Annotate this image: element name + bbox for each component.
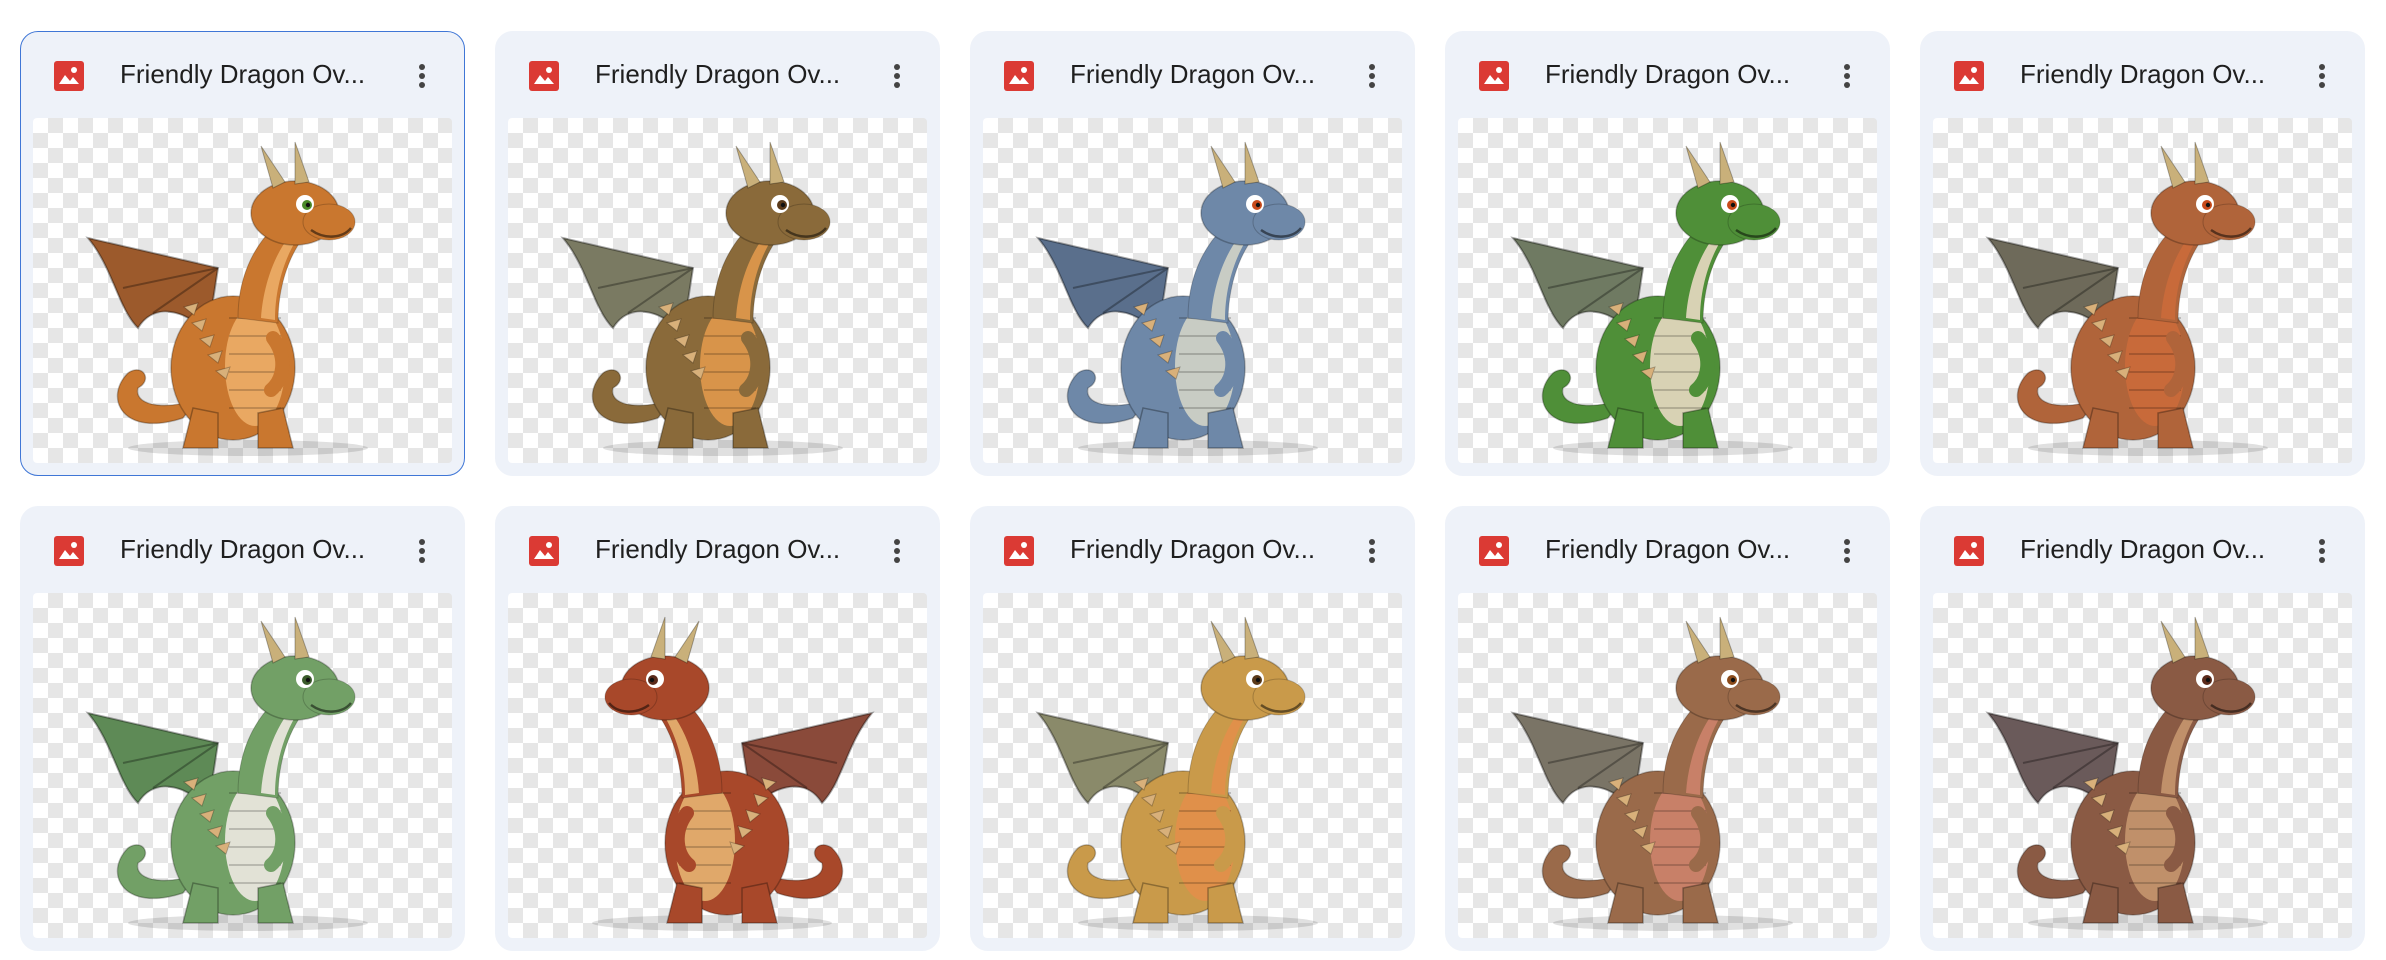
file-card-header: Friendly Dragon Ov... — [1446, 507, 1889, 593]
more-options-button[interactable] — [1825, 529, 1869, 573]
more-vert-icon — [419, 539, 425, 563]
more-vert-icon — [894, 539, 900, 563]
file-thumbnail[interactable] — [33, 118, 452, 463]
file-thumbnail[interactable] — [508, 118, 927, 463]
dragon-illustration — [85, 616, 368, 931]
dragon-illustration — [1985, 141, 2268, 456]
dragon-illustration — [1035, 616, 1318, 931]
file-card[interactable]: Friendly Dragon Ov... — [970, 31, 1415, 476]
dragon-illustration — [592, 616, 875, 931]
more-options-button[interactable] — [2300, 529, 2344, 573]
file-thumbnail[interactable] — [1933, 593, 2352, 938]
file-card-header: Friendly Dragon Ov... — [1921, 32, 2364, 118]
more-options-button[interactable] — [875, 529, 919, 573]
file-title: Friendly Dragon Ov... — [120, 59, 366, 89]
file-card-header: Friendly Dragon Ov... — [1921, 507, 2364, 593]
file-card[interactable]: Friendly Dragon Ov... — [1920, 31, 2365, 476]
file-card[interactable]: Friendly Dragon Ov... — [495, 506, 940, 951]
image-file-icon — [1004, 536, 1034, 566]
file-title: Friendly Dragon Ov... — [2020, 534, 2266, 564]
more-vert-icon — [2319, 64, 2325, 88]
dragon-illustration — [85, 141, 368, 456]
image-file-icon — [1479, 536, 1509, 566]
more-options-button[interactable] — [1350, 529, 1394, 573]
image-file-icon — [1954, 61, 1984, 91]
file-thumbnail[interactable] — [508, 593, 927, 938]
image-file-icon — [54, 61, 84, 91]
file-card[interactable]: Friendly Dragon Ov... — [1920, 506, 2365, 951]
file-card-header: Friendly Dragon Ov... — [971, 32, 1414, 118]
file-title: Friendly Dragon Ov... — [2020, 59, 2266, 89]
more-options-button[interactable] — [1350, 54, 1394, 98]
file-title: Friendly Dragon Ov... — [595, 59, 841, 89]
dragon-illustration — [1985, 616, 2268, 931]
file-card[interactable]: Friendly Dragon Ov... — [970, 506, 1415, 951]
file-card[interactable]: Friendly Dragon Ov... — [20, 31, 465, 476]
file-title: Friendly Dragon Ov... — [1070, 59, 1316, 89]
file-title: Friendly Dragon Ov... — [595, 534, 841, 564]
dragon-illustration — [1510, 141, 1793, 456]
file-title: Friendly Dragon Ov... — [120, 534, 366, 564]
file-card[interactable]: Friendly Dragon Ov... — [20, 506, 465, 951]
more-vert-icon — [1844, 64, 1850, 88]
file-thumbnail[interactable] — [983, 593, 1402, 938]
more-vert-icon — [2319, 539, 2325, 563]
file-thumbnail[interactable] — [1458, 593, 1877, 938]
file-card[interactable]: Friendly Dragon Ov... — [1445, 31, 1890, 476]
file-card-header: Friendly Dragon Ov... — [496, 32, 939, 118]
file-card-header: Friendly Dragon Ov... — [21, 507, 464, 593]
file-thumbnail[interactable] — [33, 593, 452, 938]
file-card-header: Friendly Dragon Ov... — [1446, 32, 1889, 118]
image-file-icon — [54, 536, 84, 566]
file-thumbnail[interactable] — [983, 118, 1402, 463]
image-file-icon — [1004, 61, 1034, 91]
more-options-button[interactable] — [400, 529, 444, 573]
image-file-icon — [529, 61, 559, 91]
more-vert-icon — [1844, 539, 1850, 563]
image-file-icon — [1479, 61, 1509, 91]
file-card[interactable]: Friendly Dragon Ov... — [495, 31, 940, 476]
file-grid: Friendly Dragon Ov... Friendly Dragon Ov.… — [20, 31, 2365, 951]
image-file-icon — [1954, 536, 1984, 566]
file-title: Friendly Dragon Ov... — [1070, 534, 1316, 564]
image-file-icon — [529, 536, 559, 566]
more-vert-icon — [1369, 539, 1375, 563]
file-title: Friendly Dragon Ov... — [1545, 534, 1791, 564]
more-vert-icon — [894, 64, 900, 88]
file-card[interactable]: Friendly Dragon Ov... — [1445, 506, 1890, 951]
more-options-button[interactable] — [2300, 54, 2344, 98]
more-vert-icon — [419, 64, 425, 88]
file-thumbnail[interactable] — [1458, 118, 1877, 463]
file-card-header: Friendly Dragon Ov... — [971, 507, 1414, 593]
dragon-illustration — [560, 141, 843, 456]
file-card-header: Friendly Dragon Ov... — [496, 507, 939, 593]
dragon-illustration — [1510, 616, 1793, 931]
file-card-header: Friendly Dragon Ov... — [21, 32, 464, 118]
more-options-button[interactable] — [1825, 54, 1869, 98]
file-thumbnail[interactable] — [1933, 118, 2352, 463]
more-vert-icon — [1369, 64, 1375, 88]
dragon-illustration — [1035, 141, 1318, 456]
file-title: Friendly Dragon Ov... — [1545, 59, 1791, 89]
more-options-button[interactable] — [400, 54, 444, 98]
more-options-button[interactable] — [875, 54, 919, 98]
